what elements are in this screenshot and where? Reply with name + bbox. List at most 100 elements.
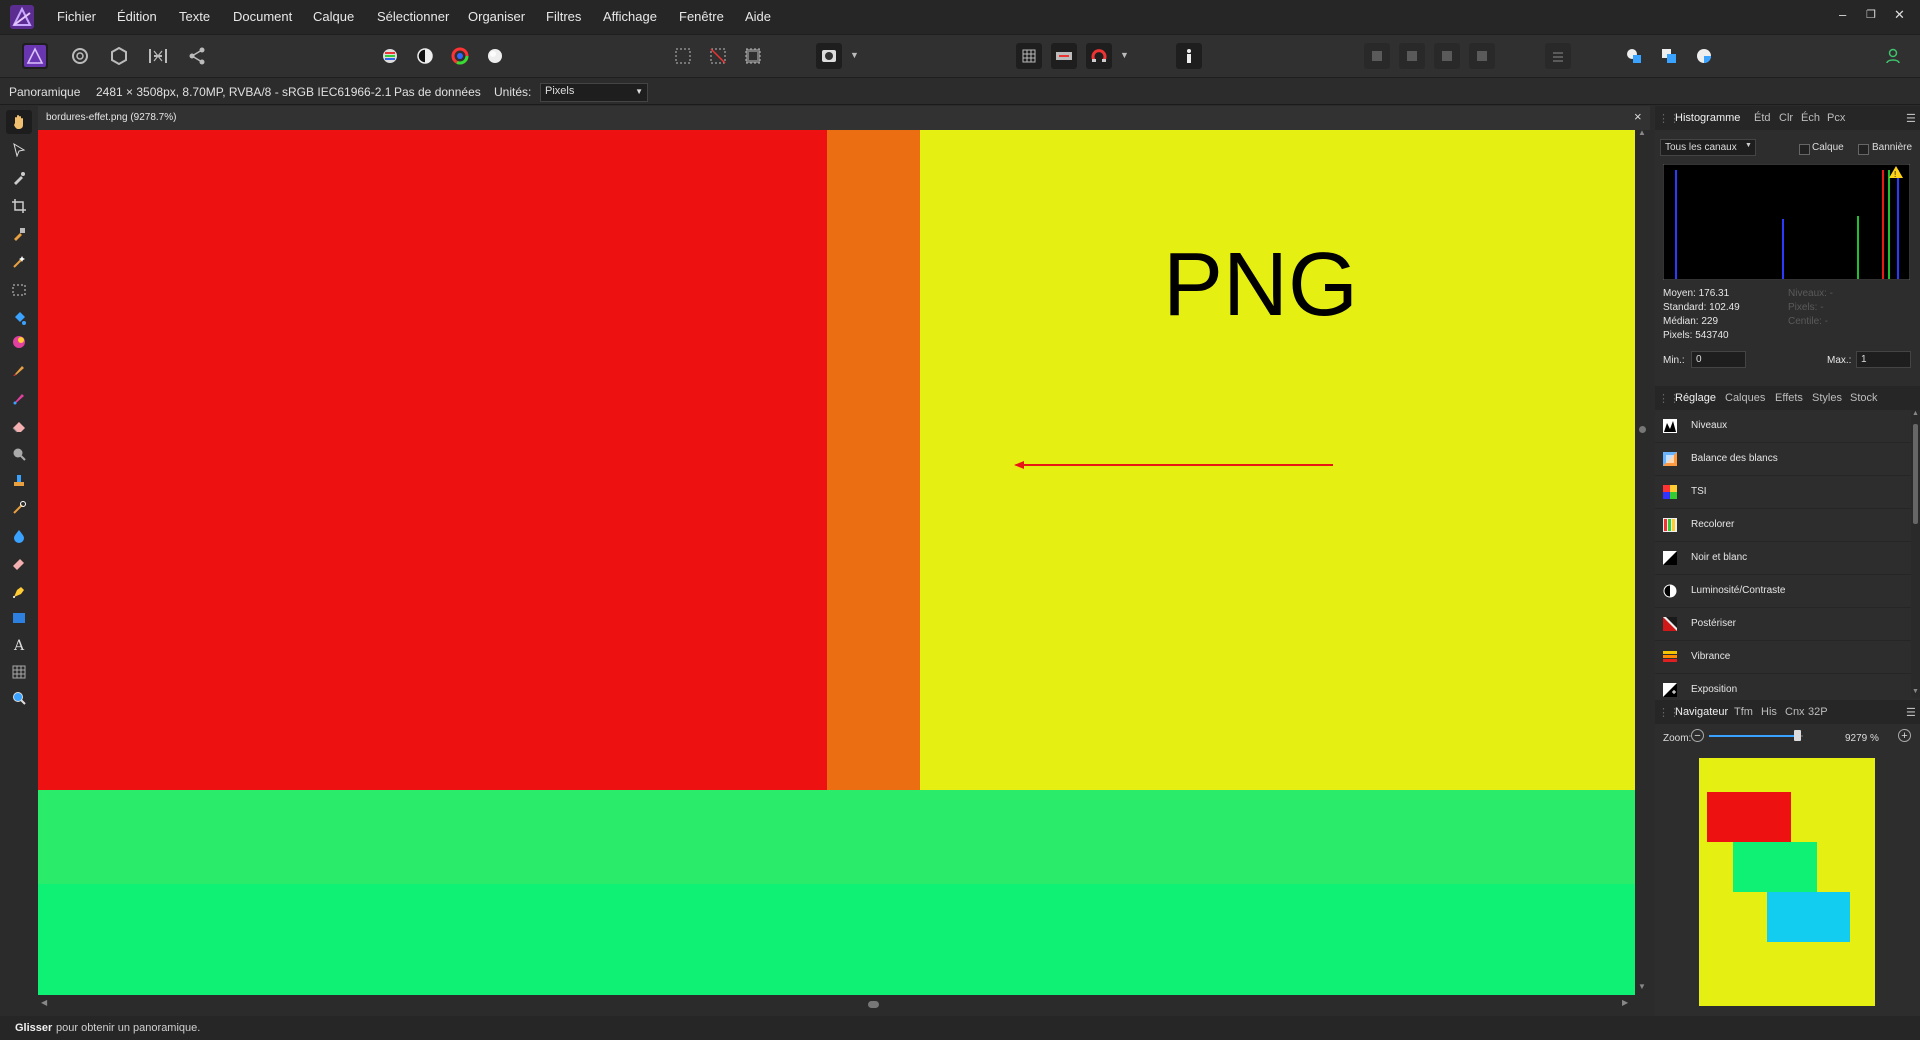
adjustment-noir-et-blanc[interactable]: Noir et blanc (1655, 542, 1911, 575)
adjustment-luminosite-contraste[interactable]: Luminosité/Contraste (1655, 575, 1911, 608)
arrange-back-icon[interactable] (1364, 43, 1390, 69)
vertical-scroll-thumb[interactable] (1639, 426, 1646, 433)
zoom-tool-icon[interactable] (6, 686, 32, 710)
adjustment-balance-des-blancs[interactable]: Balance des blancs (1655, 443, 1911, 476)
calque-checkbox[interactable] (1799, 144, 1810, 155)
scroll-down-icon[interactable]: ▼ (1638, 982, 1646, 991)
deselect-icon[interactable] (705, 43, 731, 69)
artistic-text-tool-icon[interactable]: A (6, 634, 32, 658)
rectangle-tool-icon[interactable] (6, 606, 32, 630)
invert-selection-icon[interactable] (740, 43, 766, 69)
tab-styles[interactable]: Styles (1812, 392, 1842, 404)
minimize-icon[interactable]: – (1839, 7, 1846, 22)
smudge-brush-tool-icon[interactable] (6, 524, 32, 548)
pen-tool-icon[interactable] (6, 580, 32, 604)
mesh-warp-tool-icon[interactable] (6, 660, 32, 684)
color-picker-tool-icon[interactable] (6, 166, 32, 190)
menu-fichier[interactable]: Fichier (57, 9, 96, 24)
force-pixel-alignment-icon[interactable] (1051, 43, 1077, 69)
tab-his[interactable]: His (1761, 706, 1777, 718)
boolean-subtract-icon[interactable] (1656, 43, 1682, 69)
affinity-photo-logo-icon[interactable] (10, 5, 34, 29)
clone-brush-tool-icon[interactable] (6, 468, 32, 492)
selection-brush-tool-icon[interactable] (6, 222, 32, 246)
horizontal-scrollbar[interactable]: ◀ ▶ (38, 995, 1650, 1013)
panel-menu-icon[interactable]: ☰ (1906, 706, 1916, 719)
tab-cnx[interactable]: Cnx (1785, 706, 1805, 718)
zoom-slider-thumb[interactable] (1794, 730, 1802, 741)
tab-effets[interactable]: Effets (1775, 392, 1803, 404)
tone-mapping-persona-icon[interactable] (145, 43, 171, 69)
adjustment-vibrance[interactable]: Vibrance (1655, 641, 1911, 674)
snapping-magnet-icon[interactable] (1086, 43, 1112, 69)
develop-persona-icon[interactable] (106, 43, 132, 69)
snapping-grid-icon[interactable] (1016, 43, 1042, 69)
export-persona-icon[interactable] (184, 43, 210, 69)
vertical-scrollbar[interactable]: ▲ ▼ (1635, 128, 1650, 995)
document-canvas[interactable]: PNG (38, 130, 1635, 995)
tab-histogramme[interactable]: Histogramme (1675, 112, 1740, 124)
tab-etd[interactable]: Étd (1754, 112, 1771, 124)
tab-calques[interactable]: Calques (1725, 392, 1765, 404)
auto-levels-icon[interactable] (377, 43, 403, 69)
adjustment-exposition[interactable]: Exposition (1655, 674, 1911, 698)
menu-edition[interactable]: Édition (117, 9, 157, 24)
menu-calque[interactable]: Calque (313, 9, 354, 24)
adjustments-scrollbar[interactable]: ▲ ▼ (1911, 410, 1920, 698)
tab-clr[interactable]: Clr (1779, 112, 1793, 124)
close-window-icon[interactable]: ✕ (1894, 7, 1905, 23)
boolean-intersect-icon[interactable] (1691, 43, 1717, 69)
align-icon[interactable] (1545, 43, 1571, 69)
flood-fill-tool-icon[interactable] (6, 306, 32, 330)
snapping-dropdown-icon[interactable]: ▼ (1120, 50, 1129, 60)
menu-texte[interactable]: Texte (179, 9, 210, 24)
blemish-removal-tool-icon[interactable] (6, 496, 32, 520)
zoom-in-icon[interactable]: + (1898, 729, 1911, 742)
arrange-backward-icon[interactable] (1399, 43, 1425, 69)
max-input[interactable]: 1 (1856, 351, 1911, 368)
crop-tool-icon[interactable] (6, 194, 32, 218)
menu-selectionner[interactable]: Sélectionner (377, 9, 449, 24)
menu-aide[interactable]: Aide (745, 9, 771, 24)
navigator-preview[interactable] (1699, 758, 1875, 1006)
dodge-brush-tool-icon[interactable] (6, 442, 32, 466)
menu-filtres[interactable]: Filtres (546, 9, 581, 24)
paint-brush-tool-icon[interactable] (6, 358, 32, 382)
quick-mask-dropdown-icon[interactable]: ▼ (850, 50, 859, 60)
quick-mask-icon[interactable] (816, 43, 842, 69)
banniere-checkbox[interactable] (1858, 144, 1869, 155)
erase-brush-tool-icon[interactable] (6, 414, 32, 438)
adjustment-tsi[interactable]: TSI (1655, 476, 1911, 509)
patch-tool-icon[interactable] (6, 552, 32, 576)
menu-document[interactable]: Document (233, 9, 292, 24)
auto-colors-icon[interactable] (447, 43, 473, 69)
zoom-out-icon[interactable]: − (1691, 729, 1704, 742)
tab-tfm[interactable]: Tfm (1734, 706, 1753, 718)
tab-pcx[interactable]: Pcx (1827, 112, 1845, 124)
menu-affichage[interactable]: Affichage (603, 9, 657, 24)
move-tool-icon[interactable] (6, 138, 32, 162)
gradient-tool-icon[interactable] (6, 330, 32, 354)
adjustment-posteriser[interactable]: Postériser (1655, 608, 1911, 641)
scroll-up-icon[interactable]: ▲ (1912, 410, 1919, 417)
adjustment-niveaux[interactable]: Niveaux (1655, 410, 1911, 443)
panel-menu-icon[interactable]: ☰ (1906, 112, 1916, 125)
menu-organiser[interactable]: Organiser (468, 9, 525, 24)
auto-white-balance-icon[interactable] (482, 43, 508, 69)
restore-icon[interactable]: ❐ (1866, 8, 1876, 21)
tab-stock[interactable]: Stock (1850, 392, 1878, 404)
tab-reglage[interactable]: Réglage (1675, 392, 1716, 404)
photo-persona-icon[interactable] (22, 43, 48, 69)
auto-contrast-icon[interactable] (412, 43, 438, 69)
tab-ech[interactable]: Éch (1801, 112, 1820, 124)
min-input[interactable]: 0 (1691, 351, 1746, 368)
close-document-icon[interactable]: × (1634, 109, 1642, 124)
document-tab[interactable]: bordures-effet.png (9278.7%) × (38, 106, 1650, 130)
units-dropdown[interactable]: Pixels ▼ (540, 83, 648, 102)
tab-32p[interactable]: 32P (1808, 706, 1828, 718)
scroll-down-icon[interactable]: ▼ (1912, 688, 1919, 695)
arrange-forward-icon[interactable] (1434, 43, 1460, 69)
channels-dropdown[interactable]: Tous les canaux ▼ (1660, 139, 1756, 156)
scroll-up-icon[interactable]: ▲ (1638, 128, 1646, 137)
adjustment-recolorer[interactable]: Recolorer (1655, 509, 1911, 542)
